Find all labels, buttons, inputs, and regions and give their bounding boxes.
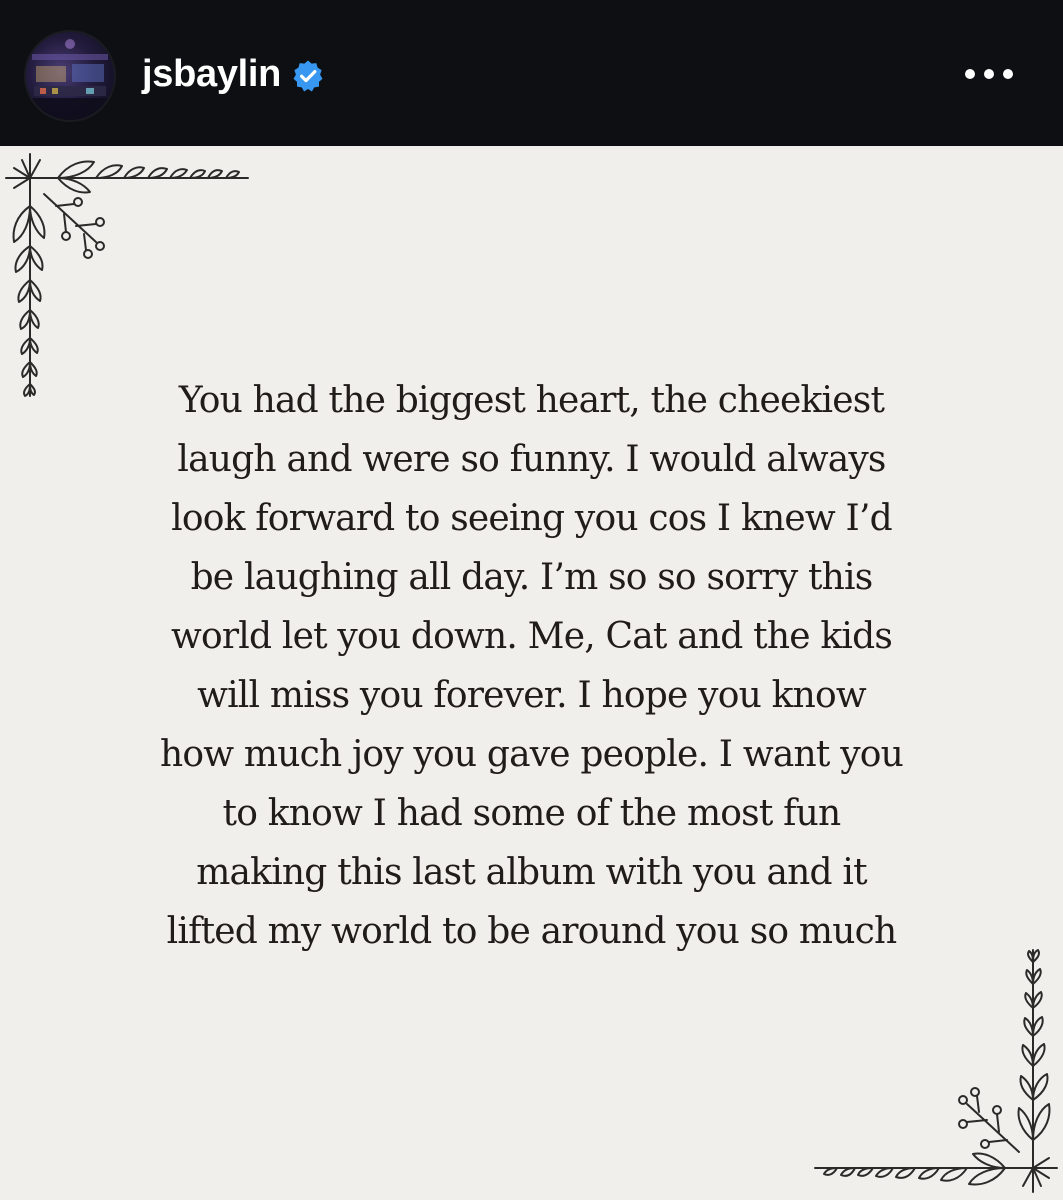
message-line: be laughing all day. I’m so so sorry thi… (190, 557, 874, 598)
botanical-ornament-bottom-right (814, 949, 1058, 1193)
username-group: jsbaylin (142, 50, 325, 98)
more-dot (984, 69, 994, 79)
message-line: will miss you forever. I hope you know (197, 675, 867, 716)
message-line: making this last album with you and it (196, 852, 867, 893)
more-dot (965, 69, 975, 79)
more-dot (1003, 69, 1013, 79)
message-line: how much joy you gave people. I want you (159, 734, 904, 775)
message-line: laugh and were so funny. I would always (177, 439, 886, 480)
studio-avatar-image (26, 39, 114, 120)
message-line: to know I had some of the most fun (222, 793, 842, 834)
message-line: You had the biggest heart, the cheekiest (178, 380, 885, 421)
post-image[interactable]: You had the biggest heart, the cheekiest… (0, 146, 1063, 1200)
verified-badge-icon (291, 59, 325, 93)
username-link[interactable]: jsbaylin (142, 50, 281, 98)
instagram-post-view: jsbaylin You had the biggest heart, the … (0, 0, 1063, 1200)
message-line: world let you down. Me, Cat and the kids (170, 616, 893, 657)
more-options-icon[interactable] (949, 54, 1029, 94)
avatar[interactable] (26, 32, 114, 120)
post-header: jsbaylin (0, 0, 1063, 146)
message-line: look forward to seeing you cos I knew I’… (171, 498, 892, 539)
memorial-message-text: You had the biggest heart, the cheekiest… (90, 371, 973, 961)
